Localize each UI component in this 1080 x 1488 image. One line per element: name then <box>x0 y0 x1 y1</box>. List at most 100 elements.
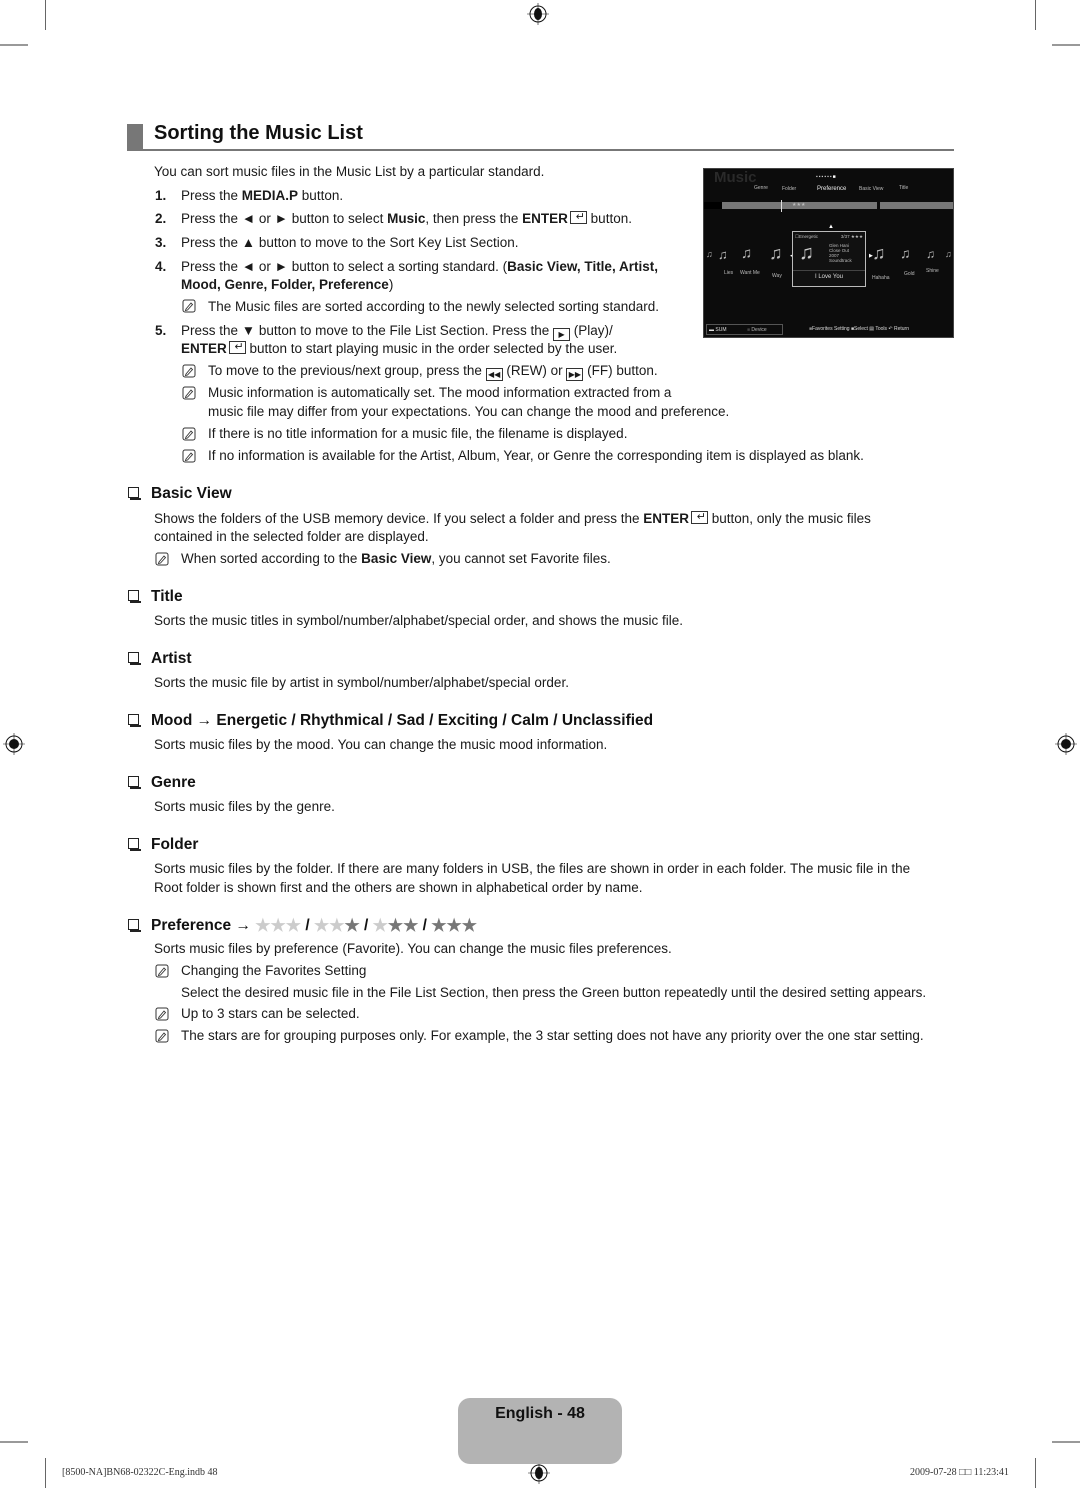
tv-sort-tab: Title <box>899 185 909 191</box>
text: (Play)/ <box>570 323 613 338</box>
separator: / <box>301 917 314 934</box>
track-label: Gold <box>904 271 915 277</box>
section-body: Sorts the music titles in symbol/number/… <box>154 613 683 628</box>
section-body: Sorts music files by the folder. If ther… <box>154 861 911 876</box>
return-icon: ↶ <box>888 326 893 332</box>
tv-music-screenshot: Music ▪▪▪▪▪▪■ Genre Folder Preference Ba… <box>703 168 954 338</box>
section-heading: Title <box>151 588 183 605</box>
section-heading: Artist <box>151 650 192 667</box>
step-4-text: Mood, Genre, Folder, Preference) <box>181 277 393 293</box>
section-preference: Preference → ★★★ / ★★★ / ★★★ / ★★★ <box>128 916 477 936</box>
fast-forward-icon: ▶▶ <box>566 368 584 381</box>
text-bold: Mood, Genre, Folder, Preference <box>181 277 389 292</box>
checkbox-bullet-icon <box>128 590 141 603</box>
tv-device-name: ▬ SUM <box>709 327 727 333</box>
section-body: Sorts the music file by artist in symbol… <box>154 675 569 690</box>
track-label: Lies <box>724 270 734 276</box>
section-artist: Artist <box>128 650 191 668</box>
section-body: Sorts music files by the mood. You can c… <box>154 737 608 752</box>
tools-icon: ▤ <box>869 326 875 332</box>
mood-checkbox: ☐Energetic <box>795 234 819 239</box>
rewind-icon: ◀◀ <box>485 368 503 381</box>
step-5-text: ENTER button to start playing music in t… <box>181 339 618 357</box>
checkbox-bullet-icon <box>128 776 141 789</box>
note-detail: Select the desired music file in the Fil… <box>181 985 927 1000</box>
text: Press the ▲ button to move to the Sort K… <box>181 235 519 250</box>
track-label: Want Me <box>740 270 760 276</box>
star-filled-icon: ★ <box>403 916 419 935</box>
step-number: 4. <box>155 259 167 274</box>
text: ) <box>388 277 394 292</box>
tv-bar-left <box>704 202 722 209</box>
step-number: 1. <box>155 188 167 203</box>
crop-mark <box>0 1441 28 1443</box>
tv-device-box: ▬ SUM ■ Device <box>706 324 783 335</box>
text: button to start playing music in the ord… <box>245 341 618 356</box>
text-bold: MEDIA.P <box>241 188 299 203</box>
trim-line <box>1035 0 1036 30</box>
note-icon <box>155 1029 169 1043</box>
note-text: The Music files are sorted according to … <box>208 299 659 314</box>
note-icon <box>182 299 196 313</box>
tv-hints: ■Favorites Setting ■Select ▤ Tools ↶ Ret… <box>809 326 909 332</box>
tv-sort-tab: Genre <box>754 185 768 191</box>
tv-track-info: Glen Hani Close Out 2007 Soundtrack <box>829 243 852 263</box>
crop-mark <box>1052 1441 1080 1443</box>
enter-icon <box>228 339 246 355</box>
intro-text: You can sort music files in the Music Li… <box>154 164 545 179</box>
text-bold: Basic View <box>361 551 432 566</box>
checkbox-bullet-icon <box>128 838 141 851</box>
star-group-0: ★★★ <box>255 916 301 935</box>
note-icon <box>182 449 196 463</box>
enter-icon <box>691 509 709 525</box>
star-empty-icon: ★ <box>255 916 271 935</box>
text: Press the <box>181 188 242 203</box>
star-filled-icon: ★ <box>461 916 478 935</box>
registration-mark-icon <box>527 3 549 25</box>
crop-mark <box>0 44 28 46</box>
music-note-icon: ♫ <box>799 242 814 264</box>
step-number: 3. <box>155 235 167 250</box>
file-slug: [8500-NA]BN68-02322C-Eng.indb 48 <box>62 1467 218 1478</box>
note-text-part: (REW) or <box>502 363 567 378</box>
note-text: music file may differ from your expectat… <box>208 404 730 419</box>
step-4-text: Press the ◄ or ► button to select a sort… <box>181 259 658 275</box>
tv-device-label: SUM <box>715 327 727 333</box>
text: button. <box>586 211 632 226</box>
text-bold: ENTER <box>522 211 568 226</box>
star-empty-icon: ★ <box>313 916 330 935</box>
star-empty-icon: ★ <box>372 916 388 935</box>
step-number: 5. <box>155 323 167 338</box>
hint: Favorites Setting <box>812 326 850 332</box>
section-genre: Genre <box>128 774 196 792</box>
section-mood: Mood → Energetic / Rhythmical / Sad / Ex… <box>128 712 653 730</box>
page-number: English - 48 <box>495 1405 585 1422</box>
note-icon <box>155 964 169 978</box>
text: Press the ◄ or ► button to select a sort… <box>181 259 508 274</box>
tv-page-dots: ▪▪▪▪▪▪■ <box>816 174 837 180</box>
music-note-icon: ♫ <box>872 243 886 263</box>
play-icon: ▶ <box>553 328 571 341</box>
crop-mark <box>1052 44 1080 46</box>
tv-sort-tab: Folder <box>782 186 797 192</box>
text: Press the ▼ button to move to the File L… <box>181 323 554 338</box>
text: button. <box>298 188 344 203</box>
tv-group-bar <box>880 202 953 209</box>
hint: Return <box>894 326 910 332</box>
star-group-2: ★★★ <box>372 916 419 935</box>
section-heading: Mood → Energetic / Rhythmical / Sad / Ex… <box>151 712 654 729</box>
step-2-text: Press the ◄ or ► button to select Music,… <box>181 209 632 227</box>
note-icon <box>155 552 169 566</box>
page-number-tab: English - 48 <box>458 1398 622 1464</box>
section-basic-view: Basic View <box>128 485 232 503</box>
note-text: Changing the Favorites Setting <box>181 963 367 978</box>
tv-stars: ★★★ <box>850 234 863 239</box>
text: Press the ◄ or ► button to select <box>181 211 388 226</box>
music-note-icon: ♫ <box>769 243 783 263</box>
step-number: 2. <box>155 211 167 226</box>
music-note-icon: ♫ <box>706 249 713 259</box>
section-body: Root folder is shown first and the other… <box>154 880 643 895</box>
step-1-text: Press the MEDIA.P button. <box>181 188 343 204</box>
music-note-icon: ♫ <box>926 247 935 261</box>
note-icon <box>182 386 196 400</box>
